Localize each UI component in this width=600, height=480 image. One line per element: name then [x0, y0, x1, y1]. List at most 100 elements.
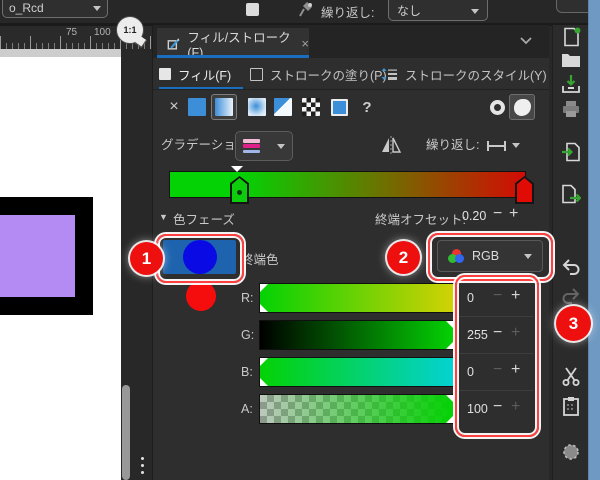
slider-handle[interactable]	[446, 321, 454, 329]
annotation-step-3: 3	[556, 306, 591, 341]
mesh-gradient-button[interactable]	[272, 96, 294, 118]
linear-gradient-button[interactable]	[211, 94, 237, 120]
radial-gradient-icon	[248, 98, 266, 116]
stop-color-fill	[517, 178, 532, 202]
end-offset-label: 終端オフセット:	[375, 209, 466, 228]
ruler-label-100: 100	[92, 27, 113, 38]
zoom-badge-label: 1:1	[123, 25, 136, 35]
fill-rule-nonzero-button[interactable]	[509, 94, 535, 120]
tab-fill-label: フィル(F)	[178, 65, 231, 84]
channel-label-a: A:	[241, 402, 257, 416]
stop-list-item-red-circle[interactable]	[186, 281, 216, 311]
repeat-dropdown[interactable]: なし	[388, 0, 488, 21]
slider-handle[interactable]	[446, 415, 454, 423]
gradient-strip[interactable]	[169, 171, 526, 198]
no-paint-button[interactable]: ×	[163, 96, 185, 118]
nonzero-icon	[514, 99, 531, 116]
step-3-number: 3	[569, 314, 578, 334]
slider-handle[interactable]	[446, 395, 454, 403]
close-icon[interactable]: ×	[301, 36, 309, 51]
annotation-step-1: 1	[130, 242, 163, 275]
channel-label-b: B:	[241, 365, 257, 379]
chevron-down-icon	[93, 6, 101, 11]
end-offset-minus-button[interactable]: −	[493, 207, 502, 221]
slider-handle[interactable]	[260, 358, 268, 366]
rectangle-fill[interactable]	[0, 215, 75, 297]
channel-label-g: G:	[241, 328, 257, 342]
save-icon[interactable]	[561, 74, 581, 94]
green-slider[interactable]	[259, 320, 455, 350]
tab-stroke-paint[interactable]: ストロークの塗り(P)	[250, 58, 387, 90]
gradient-select-dropdown[interactable]	[235, 131, 293, 161]
end-offset-plus-button[interactable]: +	[509, 207, 518, 221]
commands-sidebar	[552, 25, 589, 480]
selected-stop-marker	[231, 166, 243, 172]
red-slider[interactable]	[259, 283, 455, 313]
stroke-paint-icon	[250, 68, 263, 81]
slider-handle[interactable]	[260, 378, 268, 386]
chevron-down-icon[interactable]	[512, 143, 520, 148]
right-edge-strip	[588, 0, 600, 480]
alpha-slider[interactable]	[259, 394, 455, 424]
mesh-gradient-icon	[274, 98, 292, 116]
end-offset-value[interactable]: 0.20	[462, 209, 486, 223]
canvas-edge-strip	[0, 49, 121, 57]
reverse-gradient-icon[interactable]	[380, 136, 402, 154]
edit-gradient-icon[interactable]	[299, 1, 314, 18]
panel-resize-grip[interactable]	[140, 457, 145, 479]
chevron-down-icon	[471, 9, 479, 14]
step-1-number: 1	[142, 249, 151, 269]
repeat-none-icon[interactable]	[486, 140, 507, 152]
flat-color-button[interactable]	[186, 96, 208, 118]
step-2-number: 2	[399, 248, 408, 268]
no-paint-x: ×	[169, 98, 178, 116]
slider-handle[interactable]	[260, 304, 268, 312]
fill-stroke-subtabs: フィル(F) ストロークの塗り(P) ストロークのスタイル(Y)	[153, 58, 549, 90]
import-icon[interactable]	[561, 142, 581, 162]
new-document-icon[interactable]	[561, 27, 581, 47]
tab-stroke-style-label: ストロークのスタイル(Y)	[405, 65, 547, 84]
chevron-down-icon[interactable]	[519, 36, 533, 45]
open-folder-icon[interactable]	[561, 50, 581, 70]
cut-icon[interactable]	[561, 366, 581, 386]
undo-icon[interactable]	[561, 257, 581, 277]
unknown-paint-button[interactable]: ?	[356, 96, 378, 118]
inkscape-window: o_Rcd 繰り返し: なし 75 100 1:1	[0, 0, 600, 480]
flat-color-icon[interactable]	[246, 3, 259, 16]
stop-dot	[237, 190, 242, 195]
fill-rule-evenodd-button[interactable]	[486, 96, 508, 118]
redo-icon[interactable]	[561, 286, 581, 306]
annotation-box-value-spinners	[455, 275, 539, 437]
channel-label-r: R:	[241, 291, 257, 305]
pattern-icon	[302, 98, 320, 116]
flat-color-icon	[188, 98, 206, 116]
canvas[interactable]	[0, 57, 121, 480]
swatch-button[interactable]	[328, 96, 350, 118]
pattern-button[interactable]	[300, 96, 322, 118]
slider-handle[interactable]	[260, 284, 268, 292]
question-icon: ?	[362, 99, 371, 116]
expander-triangle-icon[interactable]: ▼	[159, 212, 168, 222]
evenodd-icon	[490, 100, 505, 115]
tool-controls-bar: o_Rcd 繰り返し: なし	[0, 0, 600, 23]
tab-fill[interactable]: フィル(F)	[159, 58, 231, 90]
annotation-box-stop-swatch	[156, 234, 244, 283]
ruler-label-75: 75	[64, 27, 79, 38]
fill-icon	[159, 68, 171, 80]
radial-gradient-button[interactable]	[246, 96, 268, 118]
tab-fill-stroke[interactable]: フィル/ストローク(F) ×	[157, 28, 309, 58]
tab-stroke-style[interactable]: ストロークのスタイル(Y)	[381, 58, 547, 90]
spray-icon[interactable]	[561, 442, 581, 462]
blue-slider[interactable]	[259, 357, 455, 387]
zoom-1-1-cursor-badge: 1:1	[116, 16, 144, 44]
vertical-scrollbar[interactable]	[122, 385, 130, 480]
fill-stroke-icon	[167, 36, 180, 51]
gradient-name-dropdown[interactable]: o_Rcd	[2, 0, 108, 18]
tab-stroke-paint-label: ストロークの塗り(P)	[270, 65, 387, 84]
slider-handle[interactable]	[446, 341, 454, 349]
print-icon[interactable]	[561, 99, 581, 119]
repeat-label: 繰り返し:	[426, 134, 479, 153]
export-icon[interactable]	[561, 184, 581, 204]
paste-icon[interactable]	[561, 396, 581, 416]
end-color-label: 終端色	[241, 249, 279, 268]
